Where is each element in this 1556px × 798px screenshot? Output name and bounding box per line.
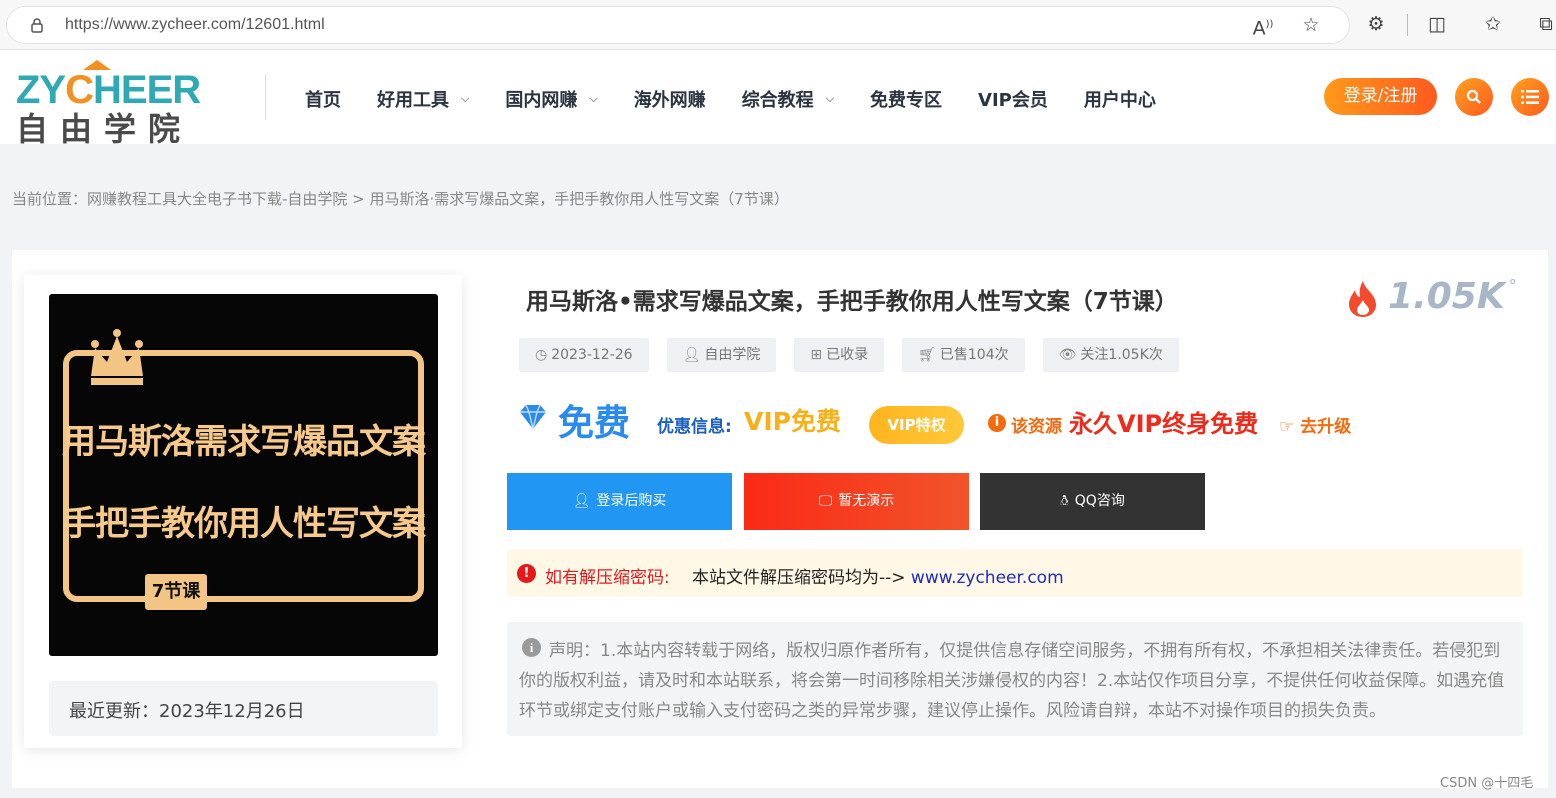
user-icon: 👤︎ [572,493,591,509]
qq-consult-button[interactable]: 🐧︎ QQ咨询 [980,473,1205,530]
nav-item-free[interactable]: 免费专区 [870,86,942,112]
cover-image[interactable]: 用马斯洛需求写爆品文案 手把手教你用人性写文案 7节课 [49,294,438,656]
nav-item-tools[interactable]: 好用工具 ⌵ [377,86,469,112]
crown-icon [91,329,143,385]
nav-item-home[interactable]: 首页 [305,86,341,112]
collections-icon[interactable]: ⧉ [1534,12,1556,36]
cart-icon: 🛒︎ [918,347,936,363]
promo-label: 优惠信息: [657,417,732,437]
header-divider [265,74,266,120]
meta-sold: 🛒︎ 已售104次 [902,338,1025,372]
search-icon [1466,89,1481,104]
clock-icon: ◷ [535,347,548,363]
views-counter: 1.05K ° [1346,276,1517,318]
last-update-text: 最近更新：2023年12月26日 [69,701,305,722]
post-meta: ◷ 2023-12-26 👤︎ 自由学院 ⊞ 已收录 🛒︎ 已售104次 👁︎ 关注1.0… [519,338,1197,372]
nav-item-domestic[interactable]: 国内网赚 ⌵ [505,86,597,112]
post-title: 用马斯洛•需求写爆品文案，手把手教你用人性写文案（7节课） [526,289,1178,315]
cover-title-line-1: 用马斯洛需求写爆品文案 [62,422,426,462]
resource-vip-free: 永久VIP终身免费 [1069,410,1259,438]
last-update-box: 最近更新：2023年12月26日 [49,681,438,736]
favorites-icon[interactable]: ✩ [1481,12,1505,36]
disclaimer-box: i 声明：1.本站内容转载于网络，版权归原作者所有，仅提供信息存储空间服务，不拥… [507,622,1523,736]
logo-text-cn: 自由学院 [16,110,193,148]
search-button[interactable] [1455,78,1493,116]
password-notice: ! 如有解压缩密码: 本站文件解压缩密码均为--> www.zycheer.co… [507,549,1523,597]
main-nav: 首页 好用工具 ⌵ 国内网赚 ⌵ 海外网赚 综合教程 ⌵ 免费专区 VIP会员 用户中… [305,86,1192,112]
site-link[interactable]: www.zycheer.com [911,568,1064,588]
vip-privilege-button[interactable]: VIP特权 [869,406,964,444]
menu-button[interactable] [1511,78,1549,116]
meta-author[interactable]: 👤︎ 自由学院 [666,338,777,372]
lock-icon [31,18,43,33]
url-text[interactable]: https://www.zycheer.com/12601.html [65,16,325,34]
menu-list-icon [1521,90,1539,104]
eye-icon: 👁︎ [1058,347,1077,363]
nav-item-tutorials[interactable]: 综合教程 ⌵ [742,86,834,112]
info-icon: i [988,414,1006,432]
read-aloud-icon[interactable]: A)) [1251,13,1275,39]
login-to-buy-button[interactable]: 👤︎ 登录后购买 [507,473,732,530]
no-demo-button[interactable]: 🖵︎ 暂无演示 [744,473,969,530]
notice-text: 本站文件解压缩密码均为--> www.zycheer.com [692,568,1064,588]
windows-icon: ⊞ [810,347,823,363]
chevron-down-icon: ⌵ [589,92,598,105]
resource-label: 该资源 [1011,417,1062,437]
monitor-icon: 🖵︎ [818,493,833,509]
chevron-down-icon: ⌵ [825,92,835,105]
qq-icon: 🐧︎ [1060,493,1069,509]
disclaimer-text: 声明：1.本站内容转载于网络，版权归原作者所有，仅提供信息存储空间服务，不拥有所… [519,641,1505,721]
diamond-icon [520,404,546,430]
price-row: 免费 优惠信息: VIP免费 VIP特权 i 该资源 永久VIP终身免费 ☞ 去… [518,394,1518,454]
breadcrumb[interactable]: 当前位置：网赚教程工具大全电子书下载-自由学院 > 用马斯洛·需求写爆品文案，手… [12,188,789,209]
cover-lesson-badge: 7节课 [145,574,207,610]
meta-follow: 👁︎ 关注1.05K次 [1042,338,1179,372]
address-bar[interactable]: https://www.zycheer.com/12601.html A)) ☆ [6,6,1350,44]
favorite-star-icon[interactable]: ☆ [1299,13,1323,37]
login-register-button[interactable]: 登录/注册 [1324,78,1437,115]
views-count: 1.05K [1388,276,1505,317]
watermark: CSDN @十四毛 [1440,776,1534,791]
exclamation-icon: ! [517,564,536,583]
notice-label: 如有解压缩密码: [545,568,670,588]
upgrade-link[interactable]: ☞ 去升级 [1279,412,1351,437]
meta-date: ◷ 2023-12-26 [519,338,649,372]
meta-status: ⊞ 已收录 [794,338,885,372]
cover-title-line-2: 手把手教你用人性写文案 [62,504,426,544]
split-screen-icon[interactable]: ◫ [1425,12,1449,36]
site-logo[interactable]: ZYCHEER 自由学院 [16,58,216,148]
chevron-down-icon: ⌵ [461,92,470,105]
nav-item-user-center[interactable]: 用户中心 [1084,86,1156,112]
flame-icon [1349,281,1376,317]
price-free: 免费 [558,403,631,444]
views-degree: ° [1508,276,1517,295]
extensions-icon[interactable]: ⚙ [1364,12,1388,36]
user-icon: 👤︎ [682,347,701,363]
site-header: ZYCHEER 自由学院 首页 好用工具 ⌵ 国内网赚 ⌵ 海外网赚 综合教程 ⌵ 免… [0,50,1556,148]
browser-toolbar: https://www.zycheer.com/12601.html A)) ☆… [0,0,1556,50]
promo-vip-free: VIP免费 [744,407,841,436]
nav-item-vip[interactable]: VIP会员 [978,86,1048,112]
hand-pointer-icon: ☞ [1279,417,1295,437]
nav-item-overseas[interactable]: 海外网赚 [634,86,706,112]
toolbar-separator [1407,14,1408,36]
